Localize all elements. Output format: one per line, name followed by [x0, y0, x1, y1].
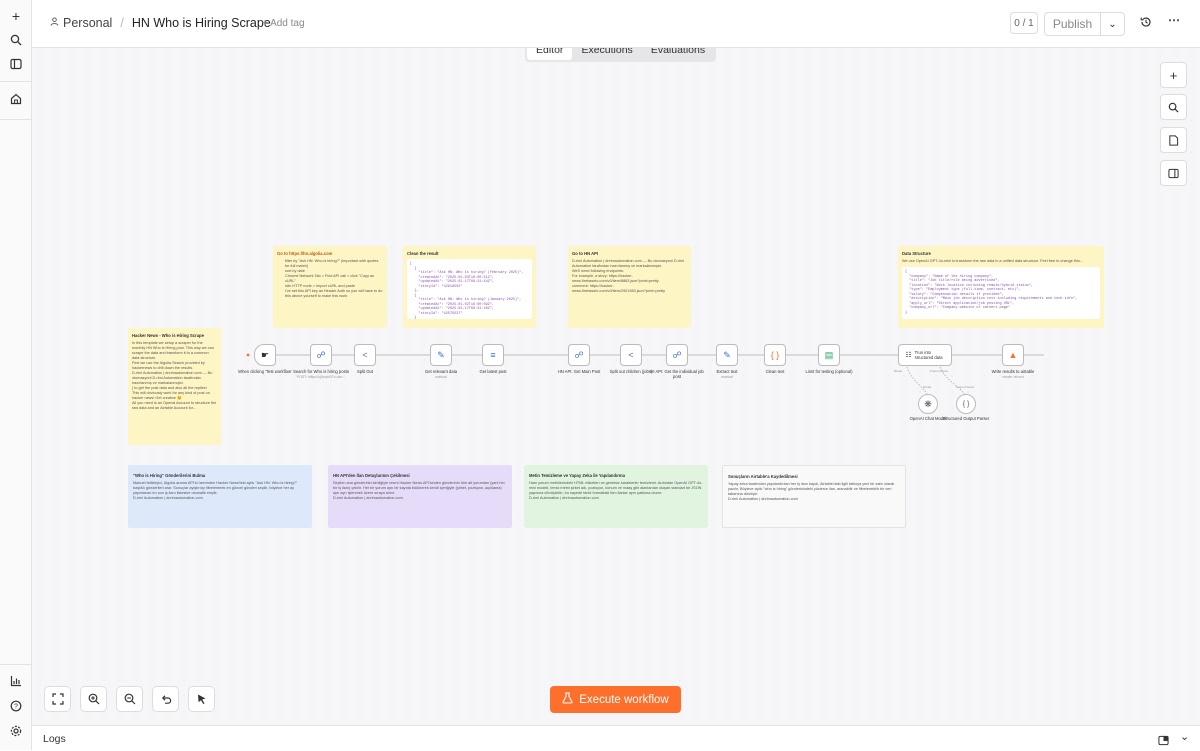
llm-chain-node[interactable]: ☷ Trun into structured data	[898, 344, 952, 366]
pointer-icon[interactable]	[188, 686, 215, 712]
http-request-node[interactable]: ☍	[310, 344, 332, 366]
workflow-title[interactable]: HN Who is Hiring Scrape	[132, 16, 271, 30]
manual-trigger-node[interactable]: ☛	[254, 344, 276, 366]
publish-button-group: Publish ⌄	[1044, 12, 1125, 36]
hn-api-job-post-node[interactable]: ☍	[666, 344, 688, 366]
node-label: HN API: Get Main Post	[557, 369, 601, 374]
plus-icon[interactable]: +	[6, 6, 26, 26]
home-icon[interactable]	[6, 89, 26, 109]
zoom-out-icon[interactable]	[116, 686, 143, 712]
openai-icon: ❋	[924, 398, 932, 409]
chart-icon[interactable]	[6, 671, 26, 691]
node-label: Structured Output Parser	[942, 416, 990, 421]
top-bar: Personal / HN Who is Hiring Scrape + Add…	[32, 0, 1200, 48]
split-icon: <	[628, 350, 634, 360]
port-label-model: Model	[893, 369, 903, 373]
chevron-down-icon[interactable]: ⌄	[1100, 13, 1124, 35]
split-icon: <	[362, 350, 368, 360]
hn-api-main-post-node[interactable]: ☍	[568, 344, 590, 366]
search-icon[interactable]	[6, 30, 26, 50]
set-node[interactable]: ✎	[430, 344, 452, 366]
node-label: When clicking 'Test workflow'	[238, 369, 292, 374]
node-label: Get latest post	[479, 369, 507, 374]
edit-icon: ✎	[437, 349, 445, 360]
split-out-node[interactable]: <	[354, 344, 376, 366]
filter-node[interactable]: ≡	[482, 344, 504, 366]
chevron-down-icon[interactable]: ⌄	[1180, 730, 1189, 743]
limit-node[interactable]: ▤	[818, 344, 840, 366]
logs-panel-icon[interactable]	[1158, 733, 1169, 751]
node-label: Clean text	[765, 369, 785, 374]
publish-button[interactable]: Publish	[1045, 13, 1100, 35]
logs-bar[interactable]: Logs ⌄	[32, 725, 1200, 750]
port-label-parser-in: Output Parser	[955, 385, 975, 389]
braces-icon: { }	[770, 350, 780, 360]
left-sidebar: + ?	[0, 0, 32, 750]
airtable-node[interactable]: ▲	[1002, 344, 1024, 366]
globe-icon: ☍	[316, 349, 326, 360]
chain-icon: ☷	[905, 352, 912, 359]
user-icon	[50, 17, 59, 29]
execute-workflow-label: Execute workflow	[579, 693, 669, 706]
node-label: Get relevant data manual	[424, 369, 458, 379]
globe-icon: ☍	[672, 349, 682, 360]
edit-icon: ✎	[723, 349, 731, 360]
execute-workflow-button[interactable]: Execute workflow	[550, 686, 681, 713]
breadcrumb-separator: /	[120, 16, 124, 30]
breadcrumb: Personal / HN Who is Hiring Scrape	[50, 16, 271, 30]
connections	[246, 353, 1044, 399]
logs-label: Logs	[43, 733, 66, 745]
breadcrumb-project[interactable]: Personal	[63, 16, 112, 30]
node-label: Limit for testing (optional)	[805, 369, 853, 374]
fit-view-icon[interactable]	[44, 686, 71, 712]
airtable-icon: ▲	[1008, 350, 1018, 360]
undo-icon[interactable]	[152, 686, 179, 712]
zoom-in-icon[interactable]	[80, 686, 107, 712]
code-node[interactable]: { }	[764, 344, 786, 366]
node-label: Split Out	[356, 369, 374, 374]
svg-text:?: ?	[14, 704, 18, 711]
port-label-chat-model: Model	[922, 385, 932, 389]
version-counter: 0 / 1	[1010, 12, 1038, 34]
workflow-canvas[interactable]: Editor Executions Evaluations + Go to ht…	[32, 48, 1200, 725]
split-out-children-node[interactable]: <	[620, 344, 642, 366]
openai-chat-model-node[interactable]: ❋	[918, 394, 938, 414]
history-icon[interactable]	[1140, 16, 1152, 31]
add-tag-button[interactable]: + Add tag	[262, 18, 305, 29]
braces-icon: { }	[962, 400, 970, 408]
sidebar-icon[interactable]	[6, 54, 26, 74]
structured-output-parser-node[interactable]: { }	[956, 394, 976, 414]
filter-icon: ≡	[490, 350, 496, 360]
extract-text-node[interactable]: ✎	[716, 344, 738, 366]
help-icon[interactable]: ?	[6, 696, 26, 716]
node-label: Write results to airtable create: record	[991, 369, 1035, 379]
globe-icon: ☍	[574, 349, 584, 360]
flask-icon	[562, 692, 573, 707]
limit-icon: ▤	[824, 349, 834, 360]
port-label-output-parser: Output Parser	[929, 369, 949, 373]
pointer-click-icon: ☛	[260, 349, 270, 360]
settings-icon[interactable]	[6, 721, 26, 741]
more-icon[interactable]: ⋯	[1168, 13, 1180, 27]
